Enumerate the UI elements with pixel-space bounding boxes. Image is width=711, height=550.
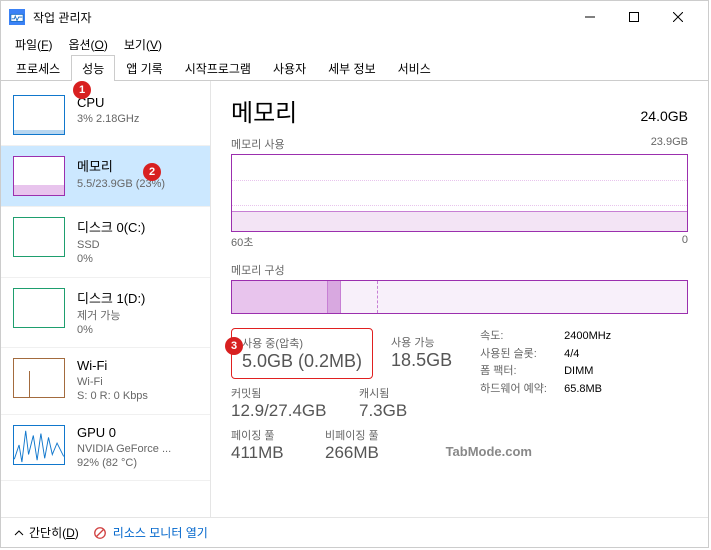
menu-file[interactable]: 파일(F) <box>9 34 58 55</box>
chart-x-left: 60초 <box>231 234 253 250</box>
sidebar-item-sub2: 92% (82 °C) <box>77 456 198 470</box>
tab-users[interactable]: 사용자 <box>262 55 317 80</box>
total-memory: 24.0GB <box>641 108 688 124</box>
in-use-value: 5.0GB (0.2MB) <box>242 351 362 372</box>
sidebar-item-sub: NVIDIA GeForce ... <box>77 442 198 456</box>
memory-thumb-icon <box>13 156 65 196</box>
memory-usage-chart[interactable] <box>231 154 688 232</box>
nonpaged-value: 266MB <box>325 443 379 463</box>
sidebar-item-sub: 3% 2.18GHz <box>77 112 198 126</box>
spec-speed-val: 2400MHz <box>564 328 611 346</box>
tab-startup[interactable]: 시작프로그램 <box>174 55 262 80</box>
sidebar-item-disk0[interactable]: 디스크 0(C:) SSD 0% <box>1 207 210 278</box>
resource-monitor-link[interactable]: 리소스 모니터 열기 <box>93 524 208 541</box>
available-value: 18.5GB <box>391 350 452 371</box>
paged-value: 411MB <box>231 443 307 463</box>
sidebar-item-label: GPU 0 <box>77 425 198 440</box>
tabs: 프로세스 성능 앱 기록 시작프로그램 사용자 세부 정보 서비스 <box>1 55 708 81</box>
sidebar-item-disk1[interactable]: 디스크 1(D:) 제거 가능 0% <box>1 278 210 349</box>
sidebar-item-cpu[interactable]: CPU 3% 2.18GHz <box>1 85 210 146</box>
sidebar-item-label: CPU <box>77 95 198 110</box>
tab-app-history[interactable]: 앱 기록 <box>115 55 173 80</box>
tab-details[interactable]: 세부 정보 <box>317 55 387 80</box>
paged-label: 페이징 풀 <box>231 427 307 443</box>
sidebar-item-label: Wi-Fi <box>77 358 198 373</box>
gpu-thumb-icon <box>13 425 65 465</box>
spec-form-key: 폼 팩터: <box>480 363 552 381</box>
chart-x-right: 0 <box>682 234 688 250</box>
titlebar: 작업 관리자 <box>1 1 708 33</box>
sidebar-item-sub: Wi-Fi <box>77 375 198 389</box>
menu-options[interactable]: 옵션(O) <box>62 34 113 55</box>
sidebar-item-sub: 5.5/23.9GB (23%) <box>77 177 198 191</box>
sidebar-item-sub: SSD <box>77 238 198 252</box>
sidebar-item-gpu[interactable]: GPU 0 NVIDIA GeForce ... 92% (82 °C) <box>1 415 210 482</box>
spec-reserved-val: 65.8MB <box>564 381 602 399</box>
cached-value: 7.3GB <box>359 401 407 421</box>
fewer-details-toggle[interactable]: 간단히(D) <box>13 524 79 541</box>
cached-label: 캐시됨 <box>359 385 407 401</box>
sidebar-item-sub: 제거 가능 <box>77 309 198 323</box>
usage-chart-label: 메모리 사용 <box>231 136 285 152</box>
spec-speed-key: 속도: <box>480 328 552 346</box>
tab-processes[interactable]: 프로세스 <box>5 55 71 80</box>
annotation-badge-2: 2 <box>143 163 161 181</box>
sidebar-item-label: 메모리 <box>77 156 198 175</box>
composition-chart-label: 메모리 구성 <box>231 262 285 278</box>
window-title: 작업 관리자 <box>33 9 568 26</box>
sidebar-item-sub2: 0% <box>77 252 198 266</box>
available-label: 사용 가능 <box>391 334 452 350</box>
annotation-badge-3: 3 <box>225 337 243 355</box>
close-button[interactable] <box>656 2 700 32</box>
sidebar: CPU 3% 2.18GHz 메모리 5.5/23.9GB (23%) 디스크 … <box>1 81 211 517</box>
main-panel: 메모리 24.0GB 메모리 사용 23.9GB 60초 0 <box>211 81 708 517</box>
menubar: 파일(F) 옵션(O) 보기(V) <box>1 33 708 55</box>
tab-performance[interactable]: 성능 <box>71 55 115 80</box>
in-use-label: 사용 중(압축) <box>242 335 362 351</box>
menu-view[interactable]: 보기(V) <box>118 34 168 55</box>
disk-thumb-icon <box>13 288 65 328</box>
stats-area: 사용 중(압축) 5.0GB (0.2MB) 사용 가능 18.5GB 커밋됨 … <box>231 328 688 463</box>
footer: 간단히(D) 리소스 모니터 열기 <box>1 517 708 547</box>
nonpaged-label: 비페이징 풀 <box>325 427 379 443</box>
content: CPU 3% 2.18GHz 메모리 5.5/23.9GB (23%) 디스크 … <box>1 81 708 517</box>
sidebar-item-label: 디스크 0(C:) <box>77 217 198 236</box>
resource-monitor-icon <box>93 526 107 540</box>
spec-slots-val: 4/4 <box>564 346 579 364</box>
spec-reserved-key: 하드웨어 예약: <box>480 381 552 399</box>
wifi-thumb-icon <box>13 358 65 398</box>
sidebar-item-wifi[interactable]: Wi-Fi Wi-Fi S: 0 R: 0 Kbps <box>1 348 210 415</box>
task-manager-window: 작업 관리자 파일(F) 옵션(O) 보기(V) 프로세스 성능 앱 기록 시작… <box>0 0 709 548</box>
spec-table: 속도: 2400MHz 사용된 슬롯: 4/4 폼 팩터: DIMM 하드웨어 예약:… <box>480 328 611 463</box>
app-icon <box>9 9 25 25</box>
sidebar-item-memory[interactable]: 메모리 5.5/23.9GB (23%) <box>1 146 210 207</box>
tab-services[interactable]: 서비스 <box>387 55 442 80</box>
disk-thumb-icon <box>13 217 65 257</box>
spec-form-val: DIMM <box>564 363 593 381</box>
annotation-badge-1: 1 <box>73 81 91 99</box>
minimize-button[interactable] <box>568 2 612 32</box>
committed-label: 커밋됨 <box>231 385 341 401</box>
sidebar-item-sub2: S: 0 R: 0 Kbps <box>77 389 198 403</box>
maximize-button[interactable] <box>612 2 656 32</box>
sidebar-item-sub2: 0% <box>77 323 198 337</box>
usage-chart-max: 23.9GB <box>651 136 688 152</box>
spec-slots-key: 사용된 슬롯: <box>480 346 552 364</box>
cpu-thumb-icon <box>13 95 65 135</box>
chevron-up-icon <box>13 527 25 539</box>
memory-composition-chart[interactable] <box>231 280 688 314</box>
page-title: 메모리 <box>231 93 297 128</box>
committed-value: 12.9/27.4GB <box>231 401 341 421</box>
sidebar-item-label: 디스크 1(D:) <box>77 288 198 307</box>
in-use-highlight: 사용 중(압축) 5.0GB (0.2MB) <box>231 328 373 379</box>
